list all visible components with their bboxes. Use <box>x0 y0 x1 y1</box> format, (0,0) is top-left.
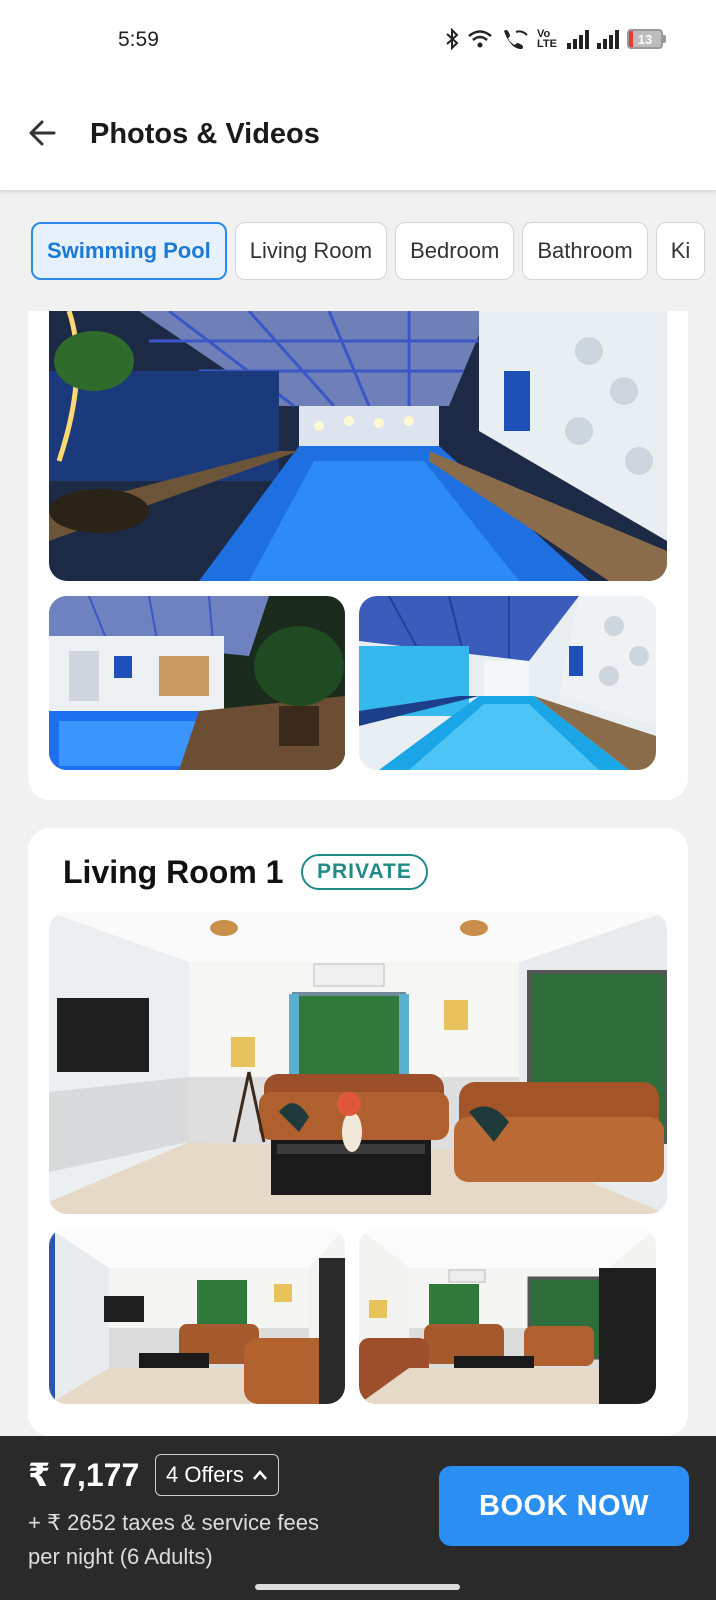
price: ₹ 7,177 <box>28 1457 140 1493</box>
category-tabs: Swimming Pool Living Room Bedroom Bathro… <box>31 222 716 280</box>
section-title: Living Room 1 <box>63 854 284 890</box>
tab-bathroom[interactable]: Bathroom <box>522 222 648 280</box>
arrow-left-icon[interactable] <box>26 116 60 150</box>
per-night-text: per night (6 Adults) <box>28 1544 213 1569</box>
status-time: 5:59 <box>118 28 159 51</box>
living-room-photo-2[interactable] <box>49 1228 345 1404</box>
pool-photo-2[interactable] <box>49 596 345 770</box>
gesture-nav-handle[interactable] <box>255 1584 460 1590</box>
book-now-button[interactable]: BOOK NOW <box>439 1466 689 1546</box>
living-room-photo-main[interactable] <box>49 912 667 1214</box>
pool-photo-main[interactable] <box>49 311 667 581</box>
signal-icon <box>567 29 589 49</box>
chevron-up-icon <box>252 1470 267 1480</box>
bluetooth-icon <box>446 28 459 50</box>
booking-bar: ₹ 7,177 4 Offers + ₹ 2652 taxes & servic… <box>0 1436 716 1600</box>
private-badge: PRIVATE <box>301 854 428 890</box>
status-icons: Vo LTE 13 <box>445 28 666 50</box>
wifi-calling-icon <box>504 30 528 50</box>
app-header: Photos & Videos <box>0 82 716 190</box>
offers-label: 4 Offers <box>166 1462 244 1487</box>
page-title: Photos & Videos <box>90 118 320 150</box>
tab-living-room[interactable]: Living Room <box>234 222 388 280</box>
taxes-text: + ₹ 2652 taxes & service fees <box>28 1510 319 1535</box>
battery-icon: 13 <box>627 29 666 49</box>
battery-level: 13 <box>637 31 653 47</box>
pool-photo-3[interactable] <box>359 596 656 770</box>
tab-kitchen[interactable]: Ki <box>655 222 706 280</box>
living-room-section: Living Room 1 PRIVATE <box>28 828 688 1436</box>
signal-icon-2 <box>597 29 619 49</box>
status-bar: 5:59 Vo LTE 13 <box>0 0 716 82</box>
wifi-icon <box>468 30 492 48</box>
volte-label: Vo LTE <box>537 28 557 50</box>
offers-button[interactable]: 4 Offers <box>155 1454 279 1496</box>
living-room-photo-3[interactable] <box>359 1228 656 1404</box>
tab-bedroom[interactable]: Bedroom <box>395 222 515 280</box>
tab-swimming-pool[interactable]: Swimming Pool <box>31 222 227 280</box>
swimming-pool-section <box>28 311 688 800</box>
